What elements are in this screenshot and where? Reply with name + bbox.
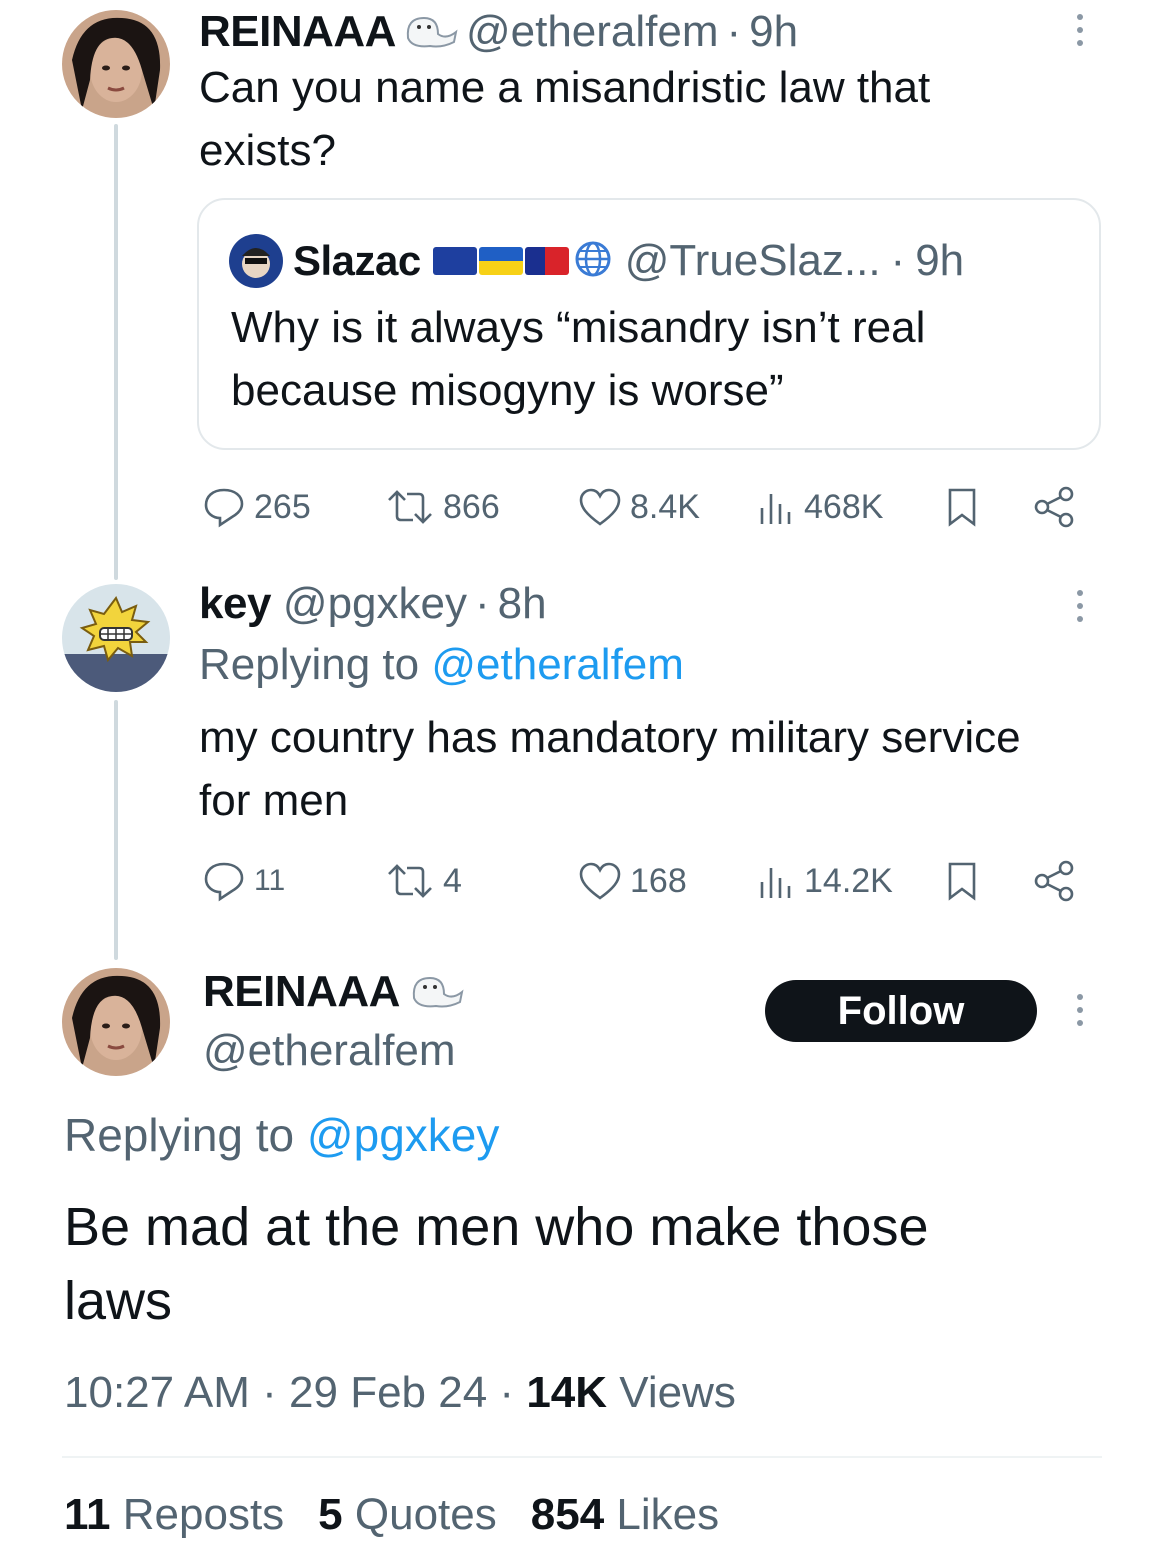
- main-tweet-author: REINAAA: [203, 966, 466, 1018]
- bookmark-button[interactable]: [942, 484, 982, 530]
- eu-flag-icon: [432, 247, 477, 275]
- display-name[interactable]: REINAAA: [199, 7, 396, 57]
- avatar-reinaaa[interactable]: [62, 968, 170, 1076]
- views-count: 468K: [804, 487, 884, 526]
- mention-link[interactable]: @pgxkey: [307, 1109, 499, 1161]
- like-count: 8.4K: [630, 487, 700, 526]
- divider: [62, 1456, 1102, 1458]
- flag-icons: [432, 239, 615, 284]
- display-name[interactable]: Slazac: [293, 237, 421, 285]
- share-icon: [1034, 486, 1074, 528]
- repost-button[interactable]: 866: [383, 484, 500, 530]
- quotes-stat[interactable]: 5 Quotes: [318, 1490, 497, 1540]
- tweet1-header: REINAAA @etheralfem · 9h: [199, 7, 799, 57]
- engagement-stats: 11 Reposts 5 Quotes 854 Likes: [64, 1490, 719, 1540]
- replying-to: Replying to @pgxkey: [64, 1109, 500, 1161]
- more-icon[interactable]: [1075, 590, 1085, 622]
- reply-button[interactable]: 11: [200, 858, 285, 904]
- views-icon: [760, 868, 791, 898]
- more-icon[interactable]: [1075, 994, 1085, 1026]
- handle[interactable]: @TrueSlaz...: [625, 236, 881, 286]
- seal-emoji-icon: [408, 970, 466, 1015]
- views-count: 14K: [526, 1368, 608, 1417]
- taiwan-flag-icon: [524, 247, 569, 275]
- tweet-date[interactable]: 29 Feb 24: [289, 1368, 487, 1417]
- bookmark-icon: [948, 862, 976, 901]
- handle[interactable]: @etheralfem: [466, 7, 719, 57]
- views-button[interactable]: 468K: [756, 484, 883, 530]
- share-button[interactable]: [1030, 858, 1078, 904]
- globe-icon: [571, 239, 615, 284]
- repost-button[interactable]: 4: [383, 858, 462, 904]
- repost-count: 866: [443, 487, 500, 526]
- tweet-text: Can you name a misandristic law that exi…: [199, 63, 931, 175]
- like-button[interactable]: 168: [576, 858, 687, 904]
- handle[interactable]: @etheralfem: [203, 1026, 456, 1076]
- likes-stat[interactable]: 854 Likes: [531, 1490, 719, 1540]
- reposts-stat[interactable]: 11 Reposts: [64, 1490, 284, 1540]
- reply-count: 265: [254, 487, 311, 526]
- reply-icon: [204, 862, 244, 902]
- tweet-text: Be mad at the men who make those laws: [64, 1197, 929, 1331]
- views-count: 14.2K: [804, 861, 893, 900]
- follow-button[interactable]: Follow: [765, 980, 1037, 1042]
- display-name[interactable]: key: [199, 579, 271, 629]
- reply-count: 11: [254, 864, 286, 897]
- tweet-meta: 10:27 AM · 29 Feb 24 · 14K Views: [64, 1368, 736, 1417]
- share-icon: [1034, 860, 1074, 902]
- quote-text: Why is it always “misandry isn’t real be…: [231, 303, 926, 415]
- views-icon: [760, 494, 791, 524]
- ukraine-flag-icon: [478, 247, 523, 275]
- quoted-tweet[interactable]: Slazac @TrueSlaz... · 9h Why is it alway…: [197, 198, 1101, 450]
- handle[interactable]: @pgxkey: [283, 579, 467, 629]
- bookmark-button[interactable]: [942, 858, 982, 904]
- thread-line: [114, 700, 118, 960]
- like-button[interactable]: 8.4K: [576, 484, 700, 530]
- avatar-key[interactable]: [62, 584, 170, 692]
- seal-emoji-icon: [402, 10, 460, 55]
- like-icon: [579, 862, 621, 900]
- mention-link[interactable]: @etheralfem: [431, 640, 684, 689]
- quote-header: Slazac @TrueSlaz... · 9h: [229, 232, 964, 290]
- timestamp[interactable]: 9h: [915, 236, 964, 286]
- like-count: 168: [630, 861, 687, 900]
- repost-icon: [388, 490, 432, 524]
- like-icon: [579, 488, 621, 526]
- more-icon[interactable]: [1075, 14, 1085, 46]
- reply-button[interactable]: 265: [200, 484, 311, 530]
- tweet-time[interactable]: 10:27 AM: [64, 1368, 250, 1417]
- share-button[interactable]: [1030, 484, 1078, 530]
- repost-count: 4: [443, 861, 462, 900]
- views-button[interactable]: 14.2K: [756, 858, 893, 904]
- timestamp[interactable]: 8h: [498, 579, 547, 629]
- replying-to: Replying to @etheralfem: [199, 640, 684, 689]
- avatar-slazac[interactable]: [229, 234, 283, 288]
- thread-line: [114, 124, 118, 580]
- reply-icon: [204, 488, 244, 528]
- tweet-text: my country has mandatory military servic…: [199, 713, 1021, 825]
- tweet2-header: key @pgxkey · 8h: [199, 579, 547, 629]
- display-name[interactable]: REINAAA: [203, 967, 400, 1017]
- bookmark-icon: [948, 488, 976, 527]
- timestamp[interactable]: 9h: [749, 7, 798, 57]
- avatar-reinaaa[interactable]: [62, 10, 170, 118]
- views-label: Views: [619, 1368, 736, 1417]
- repost-icon: [388, 864, 432, 898]
